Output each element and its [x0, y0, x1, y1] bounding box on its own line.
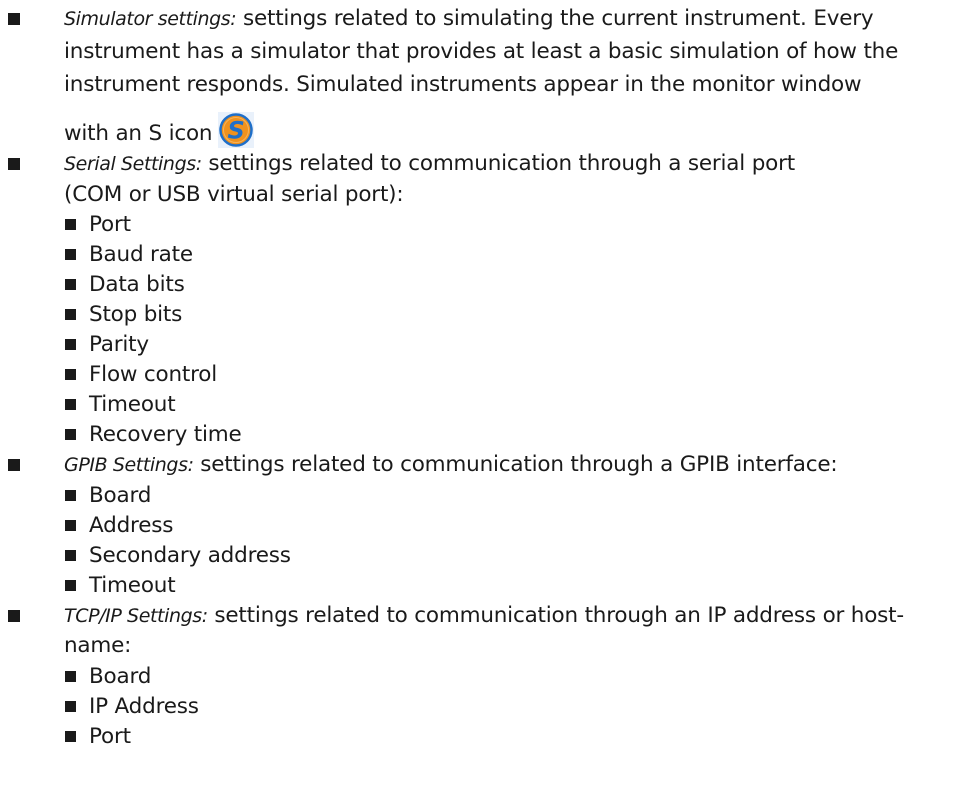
section-line: (COM or USB virtual serial port): — [64, 182, 404, 207]
section-bullet — [8, 13, 20, 25]
section-text: settings related to simulating the curre… — [236, 6, 874, 31]
section-text: settings related to communication throug… — [193, 452, 838, 477]
list-item: Baud rate — [89, 242, 193, 267]
list-item: IP Address — [89, 694, 199, 719]
section-term: Simulator settings: — [64, 8, 237, 30]
list-item-bullet — [65, 731, 76, 742]
list-item-bullet — [65, 671, 76, 682]
section-text: settings related to communication throug… — [207, 603, 904, 628]
list-item: Port — [89, 724, 131, 749]
list-item: Parity — [89, 332, 149, 357]
section-text: with an S icon — [64, 121, 213, 146]
list-item: Board — [89, 664, 152, 689]
list-item: Board — [89, 483, 152, 508]
list-item: Data bits — [89, 272, 185, 297]
list-item: Timeout — [89, 392, 176, 417]
list-item-bullet — [65, 219, 76, 230]
section-bullet — [8, 158, 20, 170]
list-item-bullet — [65, 369, 76, 380]
section-line: instrument has a simulator that provides… — [64, 39, 899, 64]
section-line: GPIB Settings: settings related to commu… — [64, 450, 838, 480]
section-term: GPIB Settings: — [64, 454, 194, 476]
svg-text:S: S — [228, 117, 245, 145]
section-bullet — [8, 459, 20, 471]
section-line: TCP/IP Settings: settings related to com… — [64, 601, 904, 631]
document-page: Simulator settings: settings related to … — [0, 0, 969, 790]
simulator-s-icon: S — [218, 112, 255, 148]
list-item-bullet — [65, 701, 76, 712]
list-item-bullet — [65, 249, 76, 260]
section-line: instrument responds. Simulated instrumen… — [64, 72, 862, 97]
list-item-bullet — [65, 339, 76, 350]
section-bullet — [8, 610, 20, 622]
list-item: Recovery time — [89, 422, 242, 447]
section-line: Simulator settings: settings related to … — [64, 4, 874, 34]
section-line: name: — [64, 633, 132, 658]
list-item: Timeout — [89, 573, 176, 598]
section-line: with an S icon S — [64, 112, 255, 152]
list-item-bullet — [65, 429, 76, 440]
list-item: Stop bits — [89, 302, 183, 327]
section-term: TCP/IP Settings: — [64, 605, 208, 627]
list-item: Address — [89, 513, 174, 538]
list-item: Flow control — [89, 362, 218, 387]
section-term: Serial Settings: — [64, 153, 202, 175]
list-item-bullet — [65, 309, 76, 320]
list-item-bullet — [65, 550, 76, 561]
list-item-bullet — [65, 279, 76, 290]
section-line: Serial Settings: settings related to com… — [64, 149, 795, 179]
list-item: Secondary address — [89, 543, 291, 568]
list-item: Port — [89, 212, 131, 237]
list-item-bullet — [65, 580, 76, 591]
list-item-bullet — [65, 399, 76, 410]
list-item-bullet — [65, 490, 76, 501]
section-text: settings related to communication throug… — [201, 151, 795, 176]
list-item-bullet — [65, 520, 76, 531]
